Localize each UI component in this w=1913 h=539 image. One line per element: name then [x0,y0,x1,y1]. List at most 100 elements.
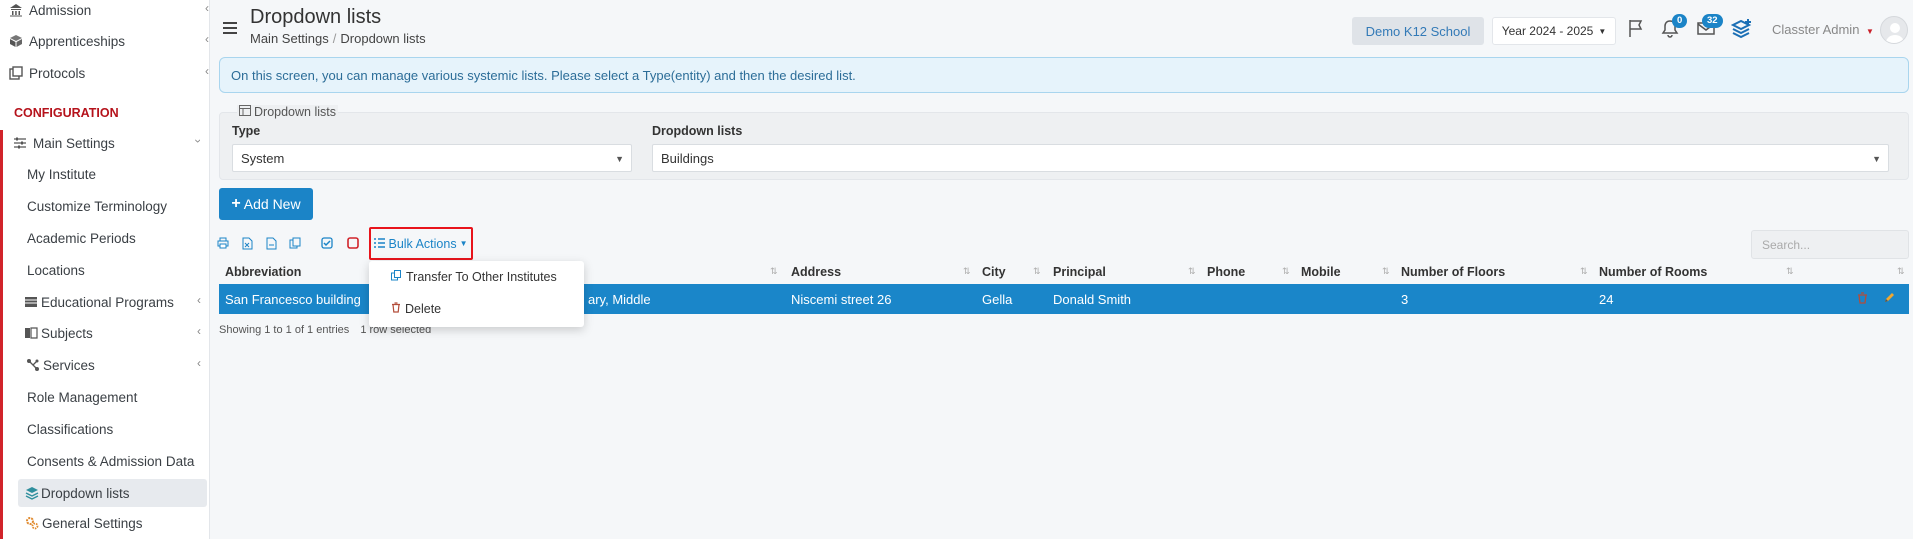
sidebar-item-general-settings[interactable]: General Settings [24,509,209,537]
user-menu[interactable]: Classter Admin ▼ [1772,22,1874,37]
filter-legend-label: Dropdown lists [254,105,336,119]
cell-address: Niscemi street 26 [791,292,892,307]
sidebar-item-educational-programs[interactable]: Educational Programs ‹ [23,288,209,316]
sidebar-item-role-management[interactable]: Role Management [27,383,207,411]
sidebar-item-label: Consents & Admission Data [27,453,195,469]
sidebar: Admission ‹ Apprenticeships ‹ Protocols … [0,0,210,539]
sidebar-item-subjects[interactable]: Subjects ‹ [23,319,209,347]
cell-city: Gella [982,292,1013,307]
sidebar-item-label: Services [43,357,95,373]
excel-export-icon[interactable] [240,236,254,250]
sidebar-item-label: Locations [27,262,85,278]
deselect-all-icon[interactable] [346,236,360,250]
sort-icon[interactable]: ⇅ [1580,266,1588,277]
column-header-number-of-floors[interactable]: Number of Floors [1401,265,1505,279]
add-new-button[interactable]: + Add New [219,188,313,220]
year-selector-label: Year 2024 - 2025 [1501,24,1594,38]
column-header-principal[interactable]: Principal [1053,265,1106,279]
column-header-address[interactable]: Address [791,265,841,279]
book-icon [23,325,39,341]
year-selector[interactable]: Year 2024 - 2025 ▼ [1492,17,1616,45]
hamburger-menu-icon[interactable] [223,22,237,34]
sort-icon[interactable]: ⇅ [1897,266,1905,277]
menu-item-label: Transfer To Other Institutes [406,270,557,284]
sort-icon[interactable]: ⇅ [963,266,971,277]
sidebar-item-academic-periods[interactable]: Academic Periods [27,224,207,252]
sidebar-item-locations[interactable]: Locations [27,256,207,284]
sidebar-item-admission[interactable]: Admission ‹ [8,0,217,24]
sort-icon[interactable]: ⇅ [1382,266,1390,277]
breadcrumb-main-settings[interactable]: Main Settings [250,31,329,46]
sidebar-item-customize-terminology[interactable]: Customize Terminology [27,192,207,220]
sidebar-item-label: Role Management [27,389,138,405]
column-header-number-of-rooms[interactable]: Number of Rooms [1599,265,1707,279]
list-icon [374,237,386,251]
dropdown-lists-select-value: Buildings [661,151,714,166]
select-all-icon[interactable] [320,236,334,250]
table-icon [239,105,251,119]
cell-principal: Donald Smith [1053,292,1132,307]
column-header-mobile[interactable]: Mobile [1301,265,1341,279]
column-header-phone[interactable]: Phone [1207,265,1245,279]
school-selector-button[interactable]: Demo K12 School [1352,17,1484,45]
caret-down-icon: ▼ [615,154,624,164]
cell-floors: 3 [1401,292,1409,307]
showing-entries-text: Showing 1 to 1 of 1 entries [219,324,350,336]
page-title: Dropdown lists [250,6,382,28]
menu-item-label: Delete [405,302,442,316]
notifications-count-badge: 0 [1672,14,1688,28]
cell-levels: ary, Middle [588,292,651,307]
box-icon [8,33,24,49]
add-new-label: Add New [243,196,301,212]
sidebar-item-my-institute[interactable]: My Institute [27,160,207,188]
avatar[interactable] [1880,16,1908,44]
sidebar-item-main-settings[interactable]: Main Settings ‹ [12,129,209,157]
top-header: Dropdown lists Main Settings / Dropdown li… [210,0,1913,56]
programs-icon [23,294,39,310]
bulk-actions-button[interactable]: Bulk Actions ▼ [369,227,473,260]
pdf-export-icon[interactable] [264,236,278,250]
breadcrumb: Main Settings / Dropdown lists [250,31,426,46]
user-name-label: Classter Admin [1772,22,1860,37]
chevron-left-icon: ‹ [205,64,209,78]
column-header-abbreviation[interactable]: Abbreviation [225,265,301,279]
chevron-down-icon: ‹ [190,139,204,143]
sidebar-item-label: Protocols [29,65,86,81]
gears-icon [24,515,40,531]
search-input[interactable]: Search... [1751,230,1909,259]
sidebar-item-services[interactable]: Services ‹ [25,351,209,379]
cell-abbreviation: San Francesco building [225,292,361,307]
chevron-left-icon: ‹ [197,293,201,307]
copy-icon[interactable] [288,236,302,250]
layers-add-icon[interactable] [1730,18,1753,40]
sidebar-item-apprenticeships[interactable]: Apprenticeships ‹ [8,27,217,55]
pencil-icon[interactable] [1883,292,1895,307]
dropdown-lists-select[interactable]: Buildings ▼ [652,144,1889,172]
print-icon[interactable] [216,236,230,250]
menu-item-delete[interactable]: Delete [391,302,441,316]
caret-down-icon: ▼ [1866,27,1874,36]
sort-icon[interactable]: ⇅ [1033,266,1041,277]
sidebar-item-dropdown-lists[interactable]: Dropdown lists [18,479,207,507]
chevron-left-icon: ‹ [197,356,201,370]
sidebar-item-consents-admission-data[interactable]: Consents & Admission Data [27,447,207,475]
menu-item-transfer[interactable]: Transfer To Other Institutes [391,270,557,284]
sort-icon[interactable]: ⇅ [1188,266,1196,277]
sort-icon[interactable]: ⇅ [1786,266,1794,277]
cell-rooms: 24 [1599,292,1614,307]
trash-icon[interactable] [1857,292,1868,307]
column-header-city[interactable]: City [982,265,1006,279]
caret-down-icon: ▼ [1598,26,1607,36]
bank-icon [8,2,24,18]
flag-icon[interactable] [1626,18,1648,40]
sort-icon[interactable]: ⇅ [770,266,778,277]
bulk-actions-menu: Transfer To Other Institutes Delete [369,261,584,327]
copy-icon [391,270,402,284]
sidebar-item-protocols[interactable]: Protocols ‹ [8,59,217,87]
sidebar-item-label: Main Settings [33,135,115,151]
sort-icon[interactable]: ⇅ [1282,266,1290,277]
sidebar-item-classifications[interactable]: Classifications [27,415,207,443]
sidebar-item-label: Customize Terminology [27,198,168,214]
type-select[interactable]: System ▼ [232,144,632,172]
sidebar-item-label: General Settings [42,515,143,531]
